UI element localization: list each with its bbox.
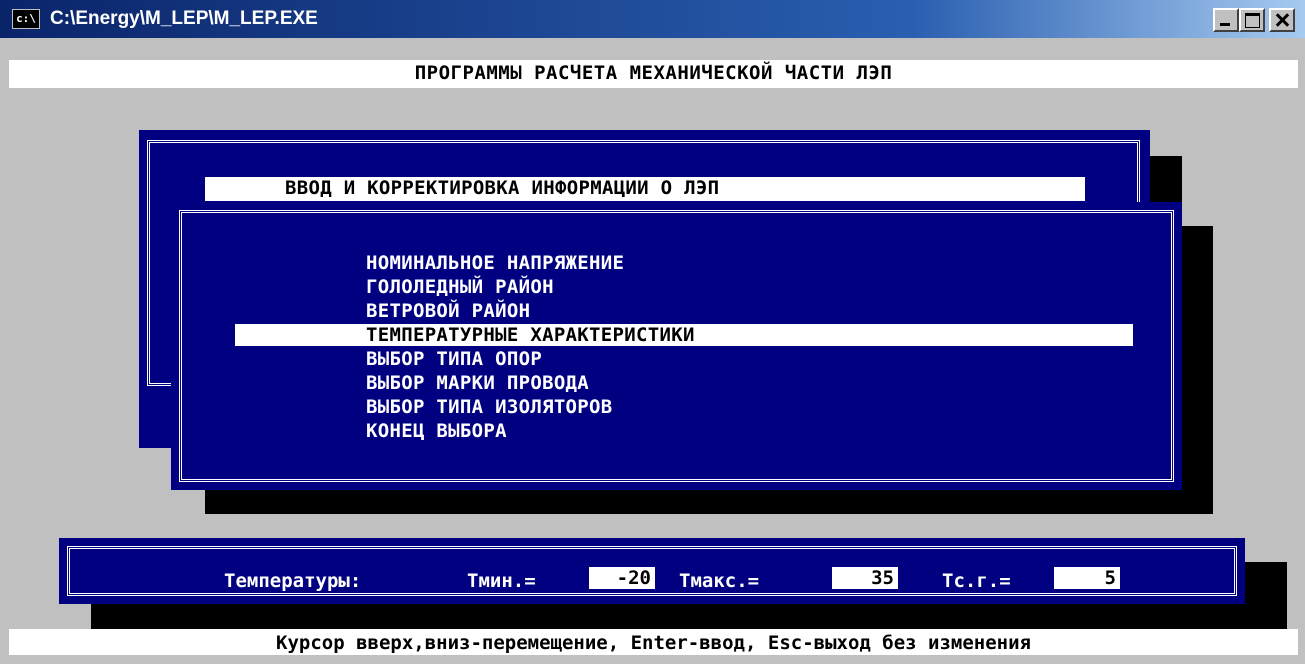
status-hint: Курсор вверх,вниз-перемещение, Enter-вво… — [276, 632, 1031, 654]
menu-item-wire-grade[interactable]: ВЫБОР МАРКИ ПРОВОДА — [366, 372, 589, 394]
tmin-input[interactable]: -20 — [589, 567, 655, 589]
menu-item-ice-region[interactable]: ГОЛОЛЕДНЫЙ РАЙОН — [366, 276, 554, 298]
temperatures-label: Температуры: — [224, 570, 362, 592]
window-title: C:\Energy\M_LEP\M_LEP.EXE — [50, 8, 318, 29]
menu-item-temperature[interactable]: ТЕМПЕРАТУРНЫЕ ХАРАКТЕРИСТИКИ — [366, 324, 695, 346]
close-button[interactable] — [1269, 8, 1295, 32]
console-app-icon[interactable]: c:\ — [12, 9, 40, 29]
tmax-label: Tмакс.= — [679, 570, 760, 592]
tmin-label: Tмин.= — [467, 570, 536, 592]
menu-item-nominal-voltage[interactable]: НОМИНАЛЬНОЕ НАПРЯЖЕНИЕ — [366, 252, 624, 274]
menu-panel-frame — [179, 210, 1174, 482]
menu-item-wind-region[interactable]: ВЕТРОВОЙ РАЙОН — [366, 300, 530, 322]
menu-item-insulator-type[interactable]: ВЫБОР ТИПА ИЗОЛЯТОРОВ — [366, 396, 613, 418]
maximize-button[interactable] — [1239, 8, 1265, 32]
menu-panel-shadow — [1182, 226, 1213, 514]
panel-title: ВВОД И КОРРЕКТИРОВКА ИНФОРМАЦИИ О ЛЭП — [285, 177, 720, 199]
console-area: ПРОГРАММЫ РАСЧЕТА МЕХАНИЧЕСКОЙ ЧАСТИ ЛЭП… — [9, 38, 1298, 655]
temperature-panel-shadow-bottom — [91, 604, 1287, 631]
tmax-input[interactable]: 35 — [832, 567, 898, 589]
menu-panel-shadow-bottom — [205, 490, 1213, 514]
title-bar[interactable]: c:\ C:\Energy\M_LEP\M_LEP.EXE — [0, 0, 1305, 38]
menu-item-end-selection[interactable]: КОНЕЦ ВЫБОРА — [366, 420, 507, 442]
status-bar: Курсор вверх,вниз-перемещение, Enter-вво… — [9, 629, 1298, 655]
tsg-input[interactable]: 5 — [1054, 567, 1120, 589]
minimize-button[interactable] — [1213, 8, 1239, 32]
console-window: c:\ C:\Energy\M_LEP\M_LEP.EXE ПРОГРАММЫ … — [0, 0, 1305, 664]
tsg-label: Tс.г.= — [942, 570, 1011, 592]
panel-title-bar: ВВОД И КОРРЕКТИРОВКА ИНФОРМАЦИИ О ЛЭП — [205, 177, 1085, 201]
menu-item-tower-type[interactable]: ВЫБОР ТИПА ОПОР — [366, 348, 542, 370]
program-title: ПРОГРАММЫ РАСЧЕТА МЕХАНИЧЕСКОЙ ЧАСТИ ЛЭП — [414, 62, 893, 84]
